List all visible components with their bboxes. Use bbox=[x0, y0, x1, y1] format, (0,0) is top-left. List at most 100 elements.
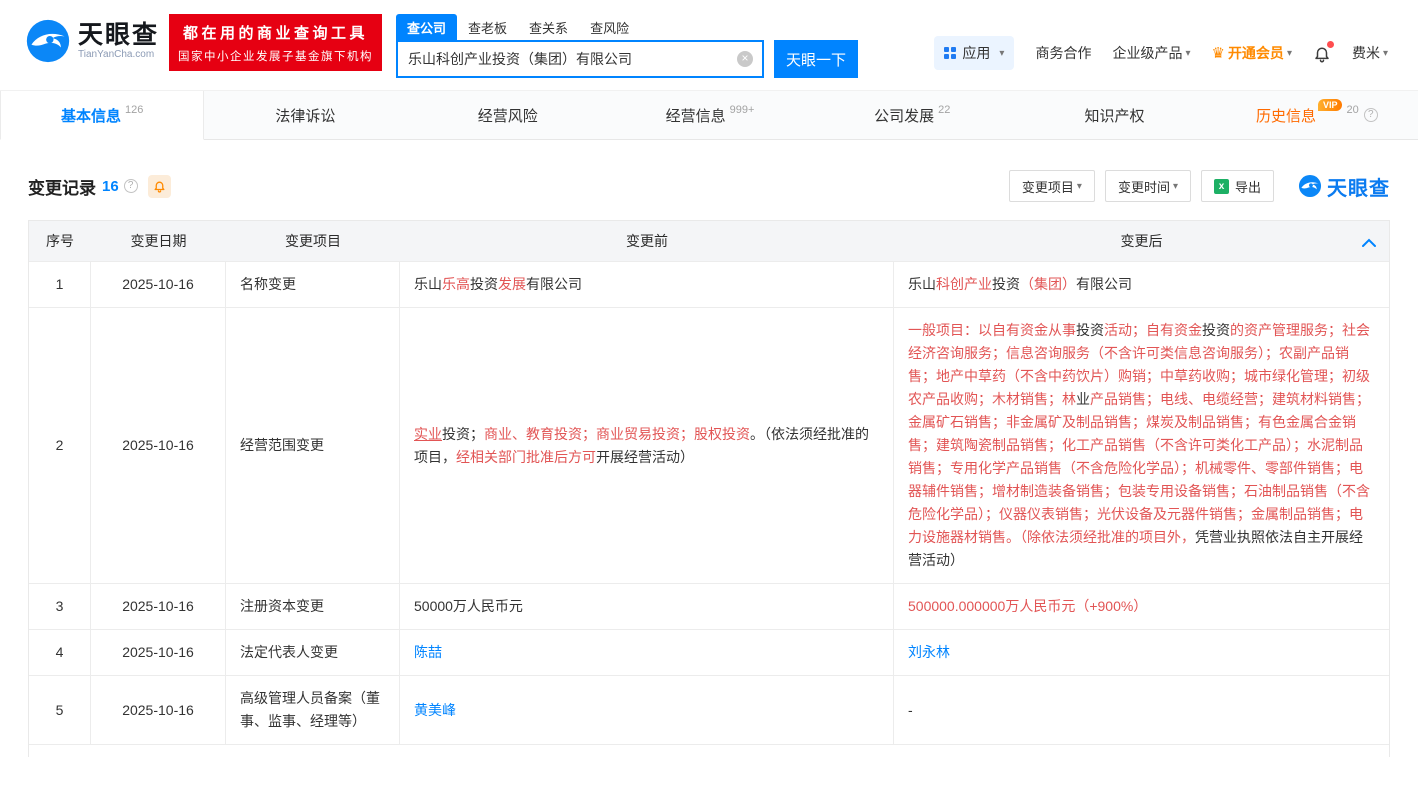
logo-name: 天眼查 bbox=[78, 22, 159, 48]
col-header-after: 变更后 bbox=[894, 221, 1389, 261]
filter-change-time-label: 变更时间 bbox=[1118, 177, 1170, 196]
cell-before: 陈喆 bbox=[400, 630, 894, 675]
watermark-brand: 天眼查 bbox=[1298, 172, 1390, 201]
crown-icon: ♛ bbox=[1211, 44, 1224, 62]
text-segment: 外， bbox=[1167, 529, 1195, 545]
text-segment: 投资 bbox=[992, 276, 1020, 292]
tab-label: 经营信息 bbox=[666, 105, 726, 126]
text-segment: 500000.000000万人民币元（+900%） bbox=[908, 598, 1147, 614]
nav-tab-history[interactable]: 历史信息VIP20? bbox=[1216, 91, 1418, 139]
table-row: 32025-10-16注册资本变更50000万人民币元500000.000000… bbox=[29, 583, 1389, 629]
apps-label: 应用 bbox=[962, 43, 990, 63]
text-segment: 乐山 bbox=[414, 276, 442, 292]
cell-text: 一般项目：以自有资金从事投资活动；自有资金投资的资产管理服务；社会经济咨询服务；… bbox=[908, 319, 1375, 572]
header-right-nav: 应用 ▾ 商务合作 企业级产品▾ ♛开通会员▾ 费米▾ bbox=[934, 36, 1388, 70]
collapse-icon[interactable] bbox=[1362, 234, 1376, 252]
cell-change-item: 法定代表人变更 bbox=[226, 630, 400, 675]
user-menu[interactable]: 费米▾ bbox=[1352, 43, 1388, 63]
cell-before: 实业投资；商业、教育投资；商业贸易投资；股权投资。（依法须经批准的项目，经相关部… bbox=[400, 308, 894, 583]
link-business-cooperation[interactable]: 商务合作 bbox=[1035, 43, 1091, 63]
nav-tabs: 基本信息126 法律诉讼 经营风险经营信息999+公司发展22知识产权历史信息VIP… bbox=[0, 90, 1418, 140]
col-header-item: 变更项目 bbox=[226, 221, 400, 261]
text-segment: 开展经营活动） bbox=[596, 449, 694, 465]
table-row: 22025-10-16经营范围变更实业投资；商业、教育投资；商业贸易投资；股权投… bbox=[29, 307, 1389, 583]
cell-no: 2 bbox=[29, 308, 91, 583]
search-button[interactable]: 天眼一下 bbox=[774, 40, 858, 78]
tianyancha-logo[interactable]: 天眼查 TianYanCha.com bbox=[25, 18, 159, 64]
tianyancha-change-records-page: 天眼查 TianYanCha.com 都在用的商业查询工具 国家中小企业发展子基… bbox=[0, 0, 1418, 757]
text-segment: 乐山 bbox=[908, 276, 936, 292]
change-table-body: 12025-10-16名称变更乐山乐高投资发展有限公司乐山科创产业投资（集团）有… bbox=[29, 261, 1389, 744]
cell-text: 陈喆 bbox=[414, 641, 442, 664]
brand-icon bbox=[1298, 174, 1322, 198]
clear-icon[interactable]: × bbox=[737, 51, 753, 67]
search-input[interactable] bbox=[398, 42, 762, 76]
text-segment: 商业、教育投资；商业贸易投资；股权投资 bbox=[484, 426, 750, 442]
filter-change-item-label: 变更项目 bbox=[1022, 177, 1074, 196]
cell-change-item: 经营范围变更 bbox=[226, 308, 400, 583]
enterprise-label: 企业级产品 bbox=[1112, 43, 1182, 63]
text-segment: 投资 bbox=[470, 276, 498, 292]
section-count: 16 bbox=[102, 178, 119, 195]
cell-before: 50000万人民币元 bbox=[400, 584, 894, 629]
section-title: 变更记录 bbox=[28, 174, 96, 199]
text-segment: 一般项目：以自有资金从事 bbox=[908, 322, 1076, 338]
search-row: × 天眼一下 bbox=[396, 40, 866, 78]
text-segment: 投资 bbox=[1202, 322, 1230, 338]
tab-label: 法律诉讼 bbox=[275, 105, 335, 126]
text-segment: 投资； bbox=[442, 426, 484, 442]
monitor-bell-button[interactable] bbox=[148, 175, 171, 198]
filter-change-item-button[interactable]: 变更项目▾ bbox=[1009, 170, 1095, 202]
export-label: 导出 bbox=[1235, 177, 1261, 196]
nav-tab-basic-info[interactable]: 基本信息126 bbox=[0, 91, 204, 140]
tab-label: 公司发展 bbox=[874, 105, 934, 126]
chevron-down-icon: ▾ bbox=[1185, 48, 1190, 59]
tab-label: 基本信息 bbox=[61, 105, 121, 126]
apps-grid-icon bbox=[944, 47, 956, 59]
text-segment: 有限公司 bbox=[1076, 276, 1132, 292]
cell-after: - bbox=[894, 676, 1389, 744]
person-link[interactable]: 陈喆 bbox=[414, 644, 442, 660]
nav-tab-ip[interactable]: 知识产权 bbox=[1013, 91, 1215, 139]
nav-tab-business-info[interactable]: 经营信息999+ bbox=[609, 91, 811, 139]
cell-text: 乐山科创产业投资（集团）有限公司 bbox=[908, 273, 1132, 296]
brand-name: 天眼查 bbox=[1327, 172, 1390, 201]
nav-tab-legal[interactable]: 法律诉讼 bbox=[204, 91, 406, 139]
link-open-vip[interactable]: ♛开通会员▾ bbox=[1211, 43, 1291, 63]
text-segment: 产品销售；电线、电缆经营；建筑材料销售；金属矿石销售；非金属矿及制品销售；煤炭及… bbox=[908, 391, 1370, 545]
search-tab-relation[interactable]: 查关系 bbox=[518, 14, 579, 40]
text-segment: 有限公司 bbox=[526, 276, 582, 292]
table-row: 12025-10-16名称变更乐山乐高投资发展有限公司乐山科创产业投资（集团）有… bbox=[29, 261, 1389, 307]
nav-tab-development[interactable]: 公司发展22 bbox=[811, 91, 1013, 139]
link-enterprise-products[interactable]: 企业级产品▾ bbox=[1112, 43, 1190, 63]
text-segment: 活动；自有资金 bbox=[1104, 322, 1202, 338]
person-link[interactable]: 刘永林 bbox=[908, 644, 950, 660]
search-tab-risk[interactable]: 查风险 bbox=[579, 14, 640, 40]
change-records-table: 序号 变更日期 变更项目 变更前 变更后 12025-10-16名称变更乐山乐高… bbox=[28, 220, 1390, 757]
chevron-down-icon: ▾ bbox=[999, 48, 1004, 59]
cell-change-item: 名称变更 bbox=[226, 262, 400, 307]
cell-date: 2025-10-16 bbox=[91, 630, 226, 675]
apps-menu[interactable]: 应用 ▾ bbox=[934, 36, 1014, 70]
help-icon[interactable]: ? bbox=[124, 179, 138, 193]
section-toolbar: 变更项目▾ 变更时间▾ x 导出 天眼查 bbox=[1009, 170, 1390, 202]
excel-icon: x bbox=[1214, 179, 1229, 194]
export-button[interactable]: x 导出 bbox=[1201, 170, 1274, 202]
col-header-before: 变更前 bbox=[400, 221, 894, 261]
nav-tab-operation-risk[interactable]: 经营风险 bbox=[407, 91, 609, 139]
notification-bell-icon[interactable] bbox=[1313, 44, 1331, 63]
text-segment: 投资 bbox=[1076, 322, 1104, 338]
text-segment: （集团） bbox=[1020, 276, 1076, 292]
cooperation-label: 商务合作 bbox=[1035, 43, 1091, 63]
vip-label: 开通会员 bbox=[1228, 43, 1284, 63]
help-icon[interactable]: ? bbox=[1364, 108, 1378, 122]
cell-no: 1 bbox=[29, 262, 91, 307]
banner-line2: 国家中小企业发展子基金旗下机构 bbox=[178, 48, 373, 64]
search-tab-company[interactable]: 查公司 bbox=[396, 14, 457, 40]
search-tab-boss[interactable]: 查老板 bbox=[457, 14, 518, 40]
text-segment: - bbox=[908, 702, 913, 718]
section-header: 变更记录 16 ? 变更项目▾ 变更时间▾ x 导出 天眼查 bbox=[28, 170, 1390, 202]
person-link[interactable]: 黄美峰 bbox=[414, 702, 456, 718]
cell-before: 黄美峰 bbox=[400, 676, 894, 744]
filter-change-time-button[interactable]: 变更时间▾ bbox=[1105, 170, 1191, 202]
